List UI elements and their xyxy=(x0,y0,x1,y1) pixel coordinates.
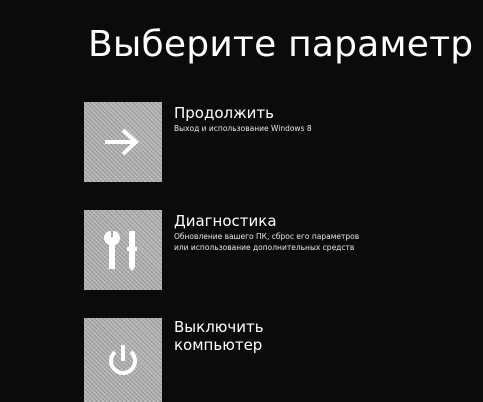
option-continue-description: Выход и использование Windows 8 xyxy=(174,124,312,133)
option-continue[interactable]: Продолжить Выход и использование Windows… xyxy=(84,102,474,182)
diagnostics-tile[interactable] xyxy=(84,210,162,290)
recovery-options-screen: Выберите параметр Продолжить Выход и исп… xyxy=(0,0,483,402)
arrow-right-icon xyxy=(103,125,143,159)
page-title: Выберите параметр xyxy=(88,24,474,65)
option-shutdown[interactable]: Выключить компьютер xyxy=(84,318,474,402)
option-shutdown-title: Выключить компьютер xyxy=(174,318,264,354)
power-icon xyxy=(103,340,143,380)
option-continue-title: Продолжить xyxy=(174,104,274,122)
shutdown-tile[interactable] xyxy=(84,318,162,402)
tools-icon xyxy=(101,227,145,273)
option-diagnostics-description: Обновление вашего ПК, сброс его параметр… xyxy=(174,232,360,252)
continue-tile[interactable] xyxy=(84,102,162,182)
option-diagnostics[interactable]: Диагностика Обновление вашего ПК, сброс … xyxy=(84,210,474,290)
option-diagnostics-title: Диагностика xyxy=(174,212,277,230)
